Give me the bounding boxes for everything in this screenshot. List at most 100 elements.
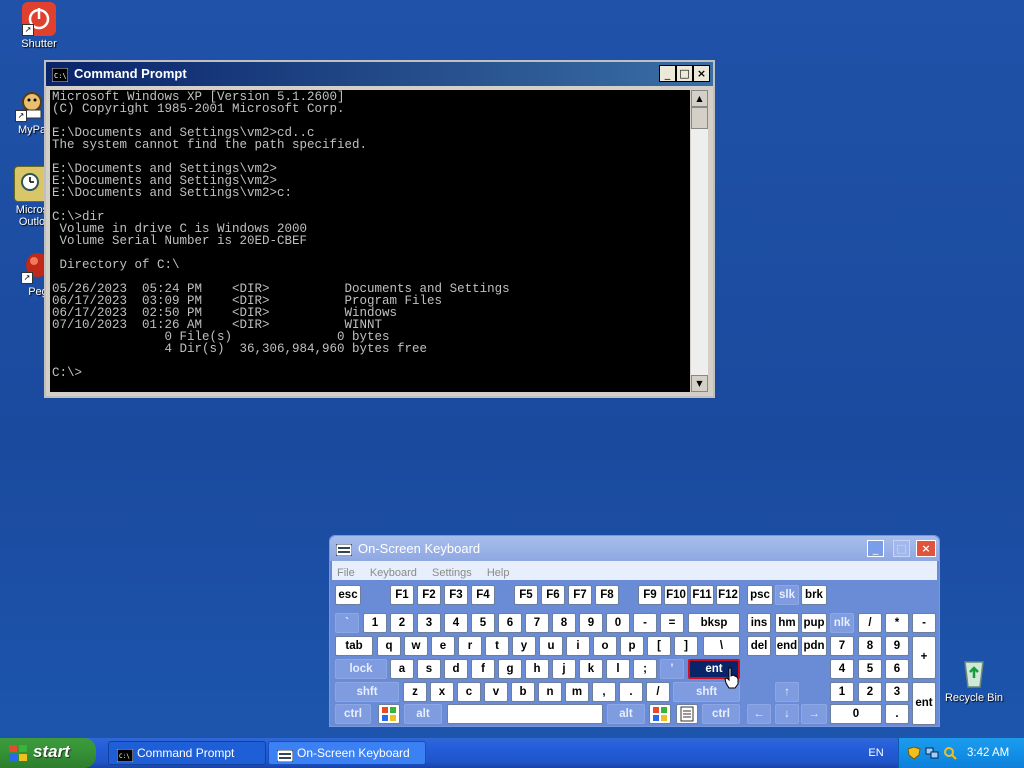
search-icon[interactable] — [943, 745, 957, 760]
key-e[interactable]: e — [431, 636, 455, 656]
key-u[interactable]: u — [539, 636, 563, 656]
minimize-button[interactable]: _ — [867, 540, 884, 557]
key-ctrl-left[interactable]: ctrl — [335, 704, 371, 724]
key-arrow-left[interactable]: ← — [747, 704, 771, 724]
key-backslash[interactable]: \ — [703, 636, 740, 656]
key-numpad-2[interactable]: 2 — [858, 682, 882, 702]
key-f[interactable]: f — [471, 659, 495, 679]
key-alt-left[interactable]: alt — [404, 704, 442, 724]
key-q[interactable]: q — [377, 636, 401, 656]
command-prompt-window[interactable]: C:\ Command Prompt _ □ × Microsoft Windo… — [44, 60, 715, 398]
language-indicator[interactable]: EN — [858, 738, 894, 768]
key-numpad-5[interactable]: 5 — [858, 659, 882, 679]
key-backspace[interactable]: bksp — [688, 613, 740, 633]
key-numpad-8[interactable]: 8 — [858, 636, 882, 656]
key-j[interactable]: j — [552, 659, 576, 679]
key-arrow-right[interactable]: → — [801, 704, 827, 724]
key-7[interactable]: 7 — [525, 613, 549, 633]
taskbar-item-command-prompt[interactable]: C:\ Command Prompt — [108, 741, 266, 765]
key-f10[interactable]: F10 — [664, 585, 688, 605]
key-r[interactable]: r — [458, 636, 482, 656]
key-slk[interactable]: slk — [775, 585, 799, 605]
console-output[interactable]: Microsoft Windows XP [Version 5.1.2600] … — [50, 90, 690, 392]
key-shift-left[interactable]: shft — [335, 682, 399, 702]
key-z[interactable]: z — [403, 682, 427, 702]
key-space[interactable] — [447, 704, 603, 724]
scroll-up-icon[interactable]: ▲ — [691, 90, 708, 107]
key-tab[interactable]: tab — [335, 636, 373, 656]
key-numpad-0[interactable]: 0 — [830, 704, 882, 724]
key-f5[interactable]: F5 — [514, 585, 538, 605]
key-numpad-dot[interactable]: . — [885, 704, 909, 724]
key-arrow-down[interactable]: ↓ — [775, 704, 799, 724]
key-ins[interactable]: ins — [747, 613, 771, 633]
windows-logo-key-icon[interactable] — [649, 704, 671, 724]
key-numpad-9[interactable]: 9 — [885, 636, 909, 656]
key-period[interactable]: . — [619, 682, 643, 702]
start-button[interactable]: start — [0, 738, 96, 768]
security-shield-icon[interactable] — [907, 745, 921, 760]
key-2[interactable]: 2 — [390, 613, 414, 633]
key-c[interactable]: c — [457, 682, 481, 702]
clock[interactable]: 3:42 AM — [967, 738, 1009, 768]
desktop-icon-recycle-bin[interactable]: Recycle Bin — [936, 656, 1012, 704]
key-numpad-plus[interactable]: + — [912, 636, 936, 679]
taskbar-item-on-screen-keyboard[interactable]: On-Screen Keyboard — [268, 741, 426, 765]
close-button[interactable]: × — [693, 65, 710, 82]
windows-logo-key-icon[interactable] — [378, 704, 400, 724]
key-numpad-slash[interactable]: / — [858, 613, 882, 633]
key-ctrl-right[interactable]: ctrl — [702, 704, 740, 724]
key-f9[interactable]: F9 — [638, 585, 662, 605]
key-brk[interactable]: brk — [801, 585, 827, 605]
key-4[interactable]: 4 — [444, 613, 468, 633]
minimize-button[interactable]: _ — [659, 65, 676, 82]
key-f3[interactable]: F3 — [444, 585, 468, 605]
key-b[interactable]: b — [511, 682, 535, 702]
key-f4[interactable]: F4 — [471, 585, 495, 605]
key-numpad-3[interactable]: 3 — [885, 682, 909, 702]
key-home[interactable]: hm — [775, 613, 799, 633]
key-d[interactable]: d — [444, 659, 468, 679]
key-g[interactable]: g — [498, 659, 522, 679]
key-del[interactable]: del — [747, 636, 771, 656]
key-p[interactable]: p — [620, 636, 644, 656]
key-pageup[interactable]: pup — [801, 613, 827, 633]
key-3[interactable]: 3 — [417, 613, 441, 633]
key-8[interactable]: 8 — [552, 613, 576, 633]
key-equals[interactable]: = — [660, 613, 684, 633]
scroll-thumb[interactable] — [691, 107, 708, 129]
key-right-bracket[interactable]: ] — [674, 636, 698, 656]
key-numpad-star[interactable]: * — [885, 613, 909, 633]
key-w[interactable]: w — [404, 636, 428, 656]
key-f8[interactable]: F8 — [595, 585, 619, 605]
key-f2[interactable]: F2 — [417, 585, 441, 605]
key-f11[interactable]: F11 — [690, 585, 714, 605]
key-numpad-6[interactable]: 6 — [885, 659, 909, 679]
scroll-down-icon[interactable]: ▼ — [691, 375, 708, 392]
key-numpad-minus[interactable]: - — [912, 613, 936, 633]
key-n[interactable]: n — [538, 682, 562, 702]
key-numpad-4[interactable]: 4 — [830, 659, 854, 679]
key-arrow-up[interactable]: ↑ — [775, 682, 799, 702]
key-f12[interactable]: F12 — [716, 585, 740, 605]
key-m[interactable]: m — [565, 682, 589, 702]
on-screen-keyboard-window[interactable]: On-Screen Keyboard _ □ × File Keyboard S… — [329, 535, 940, 727]
key-h[interactable]: h — [525, 659, 549, 679]
key-1[interactable]: 1 — [363, 613, 387, 633]
key-left-bracket[interactable]: [ — [647, 636, 671, 656]
key-f1[interactable]: F1 — [390, 585, 414, 605]
key-y[interactable]: y — [512, 636, 536, 656]
close-button[interactable]: × — [916, 540, 936, 557]
key-comma[interactable]: , — [592, 682, 616, 702]
key-numlock[interactable]: nlk — [830, 613, 854, 633]
key-numpad-1[interactable]: 1 — [830, 682, 854, 702]
key-i[interactable]: i — [566, 636, 590, 656]
key-k[interactable]: k — [579, 659, 603, 679]
key-f6[interactable]: F6 — [541, 585, 565, 605]
maximize-button[interactable]: □ — [676, 65, 693, 82]
key-a[interactable]: a — [390, 659, 414, 679]
network-icon[interactable] — [925, 745, 939, 759]
key-slash[interactable]: / — [646, 682, 670, 702]
key-t[interactable]: t — [485, 636, 509, 656]
key-pagedown[interactable]: pdn — [801, 636, 827, 656]
